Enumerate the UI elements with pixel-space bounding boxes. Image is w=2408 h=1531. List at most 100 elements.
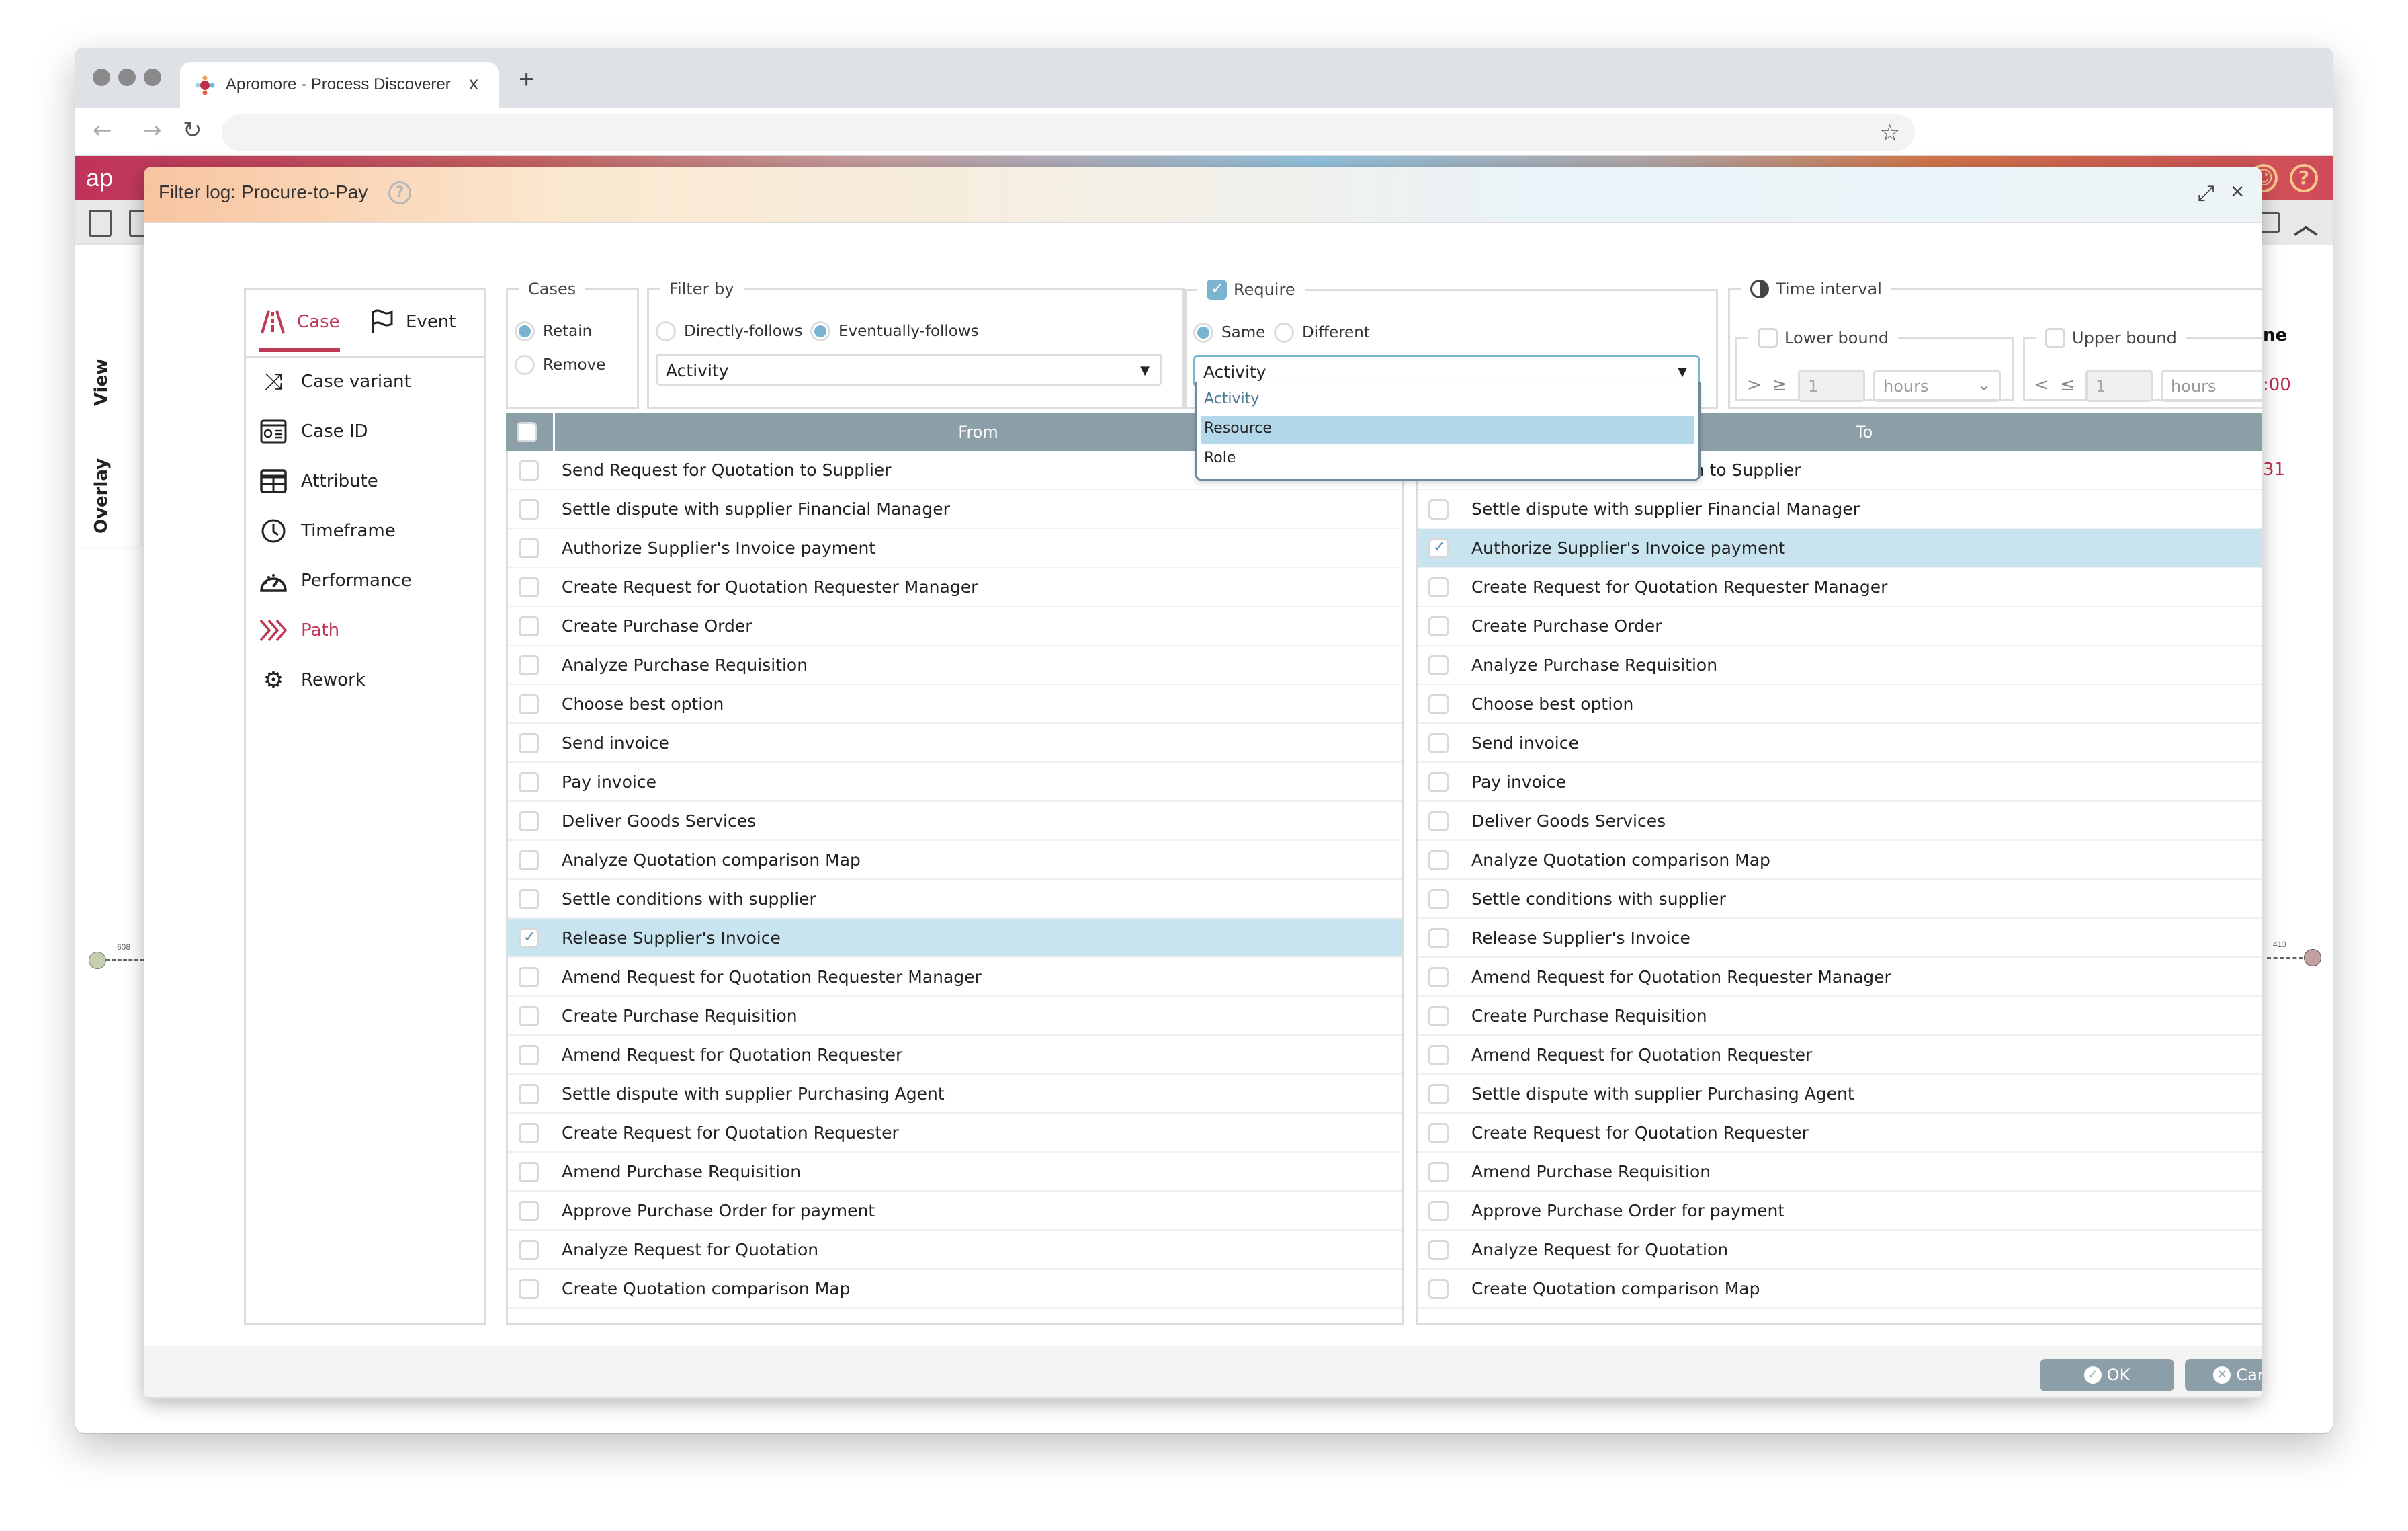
list-item[interactable]: Create Request for Quotation Requester xyxy=(508,1114,1402,1153)
row-checkbox[interactable] xyxy=(519,616,539,636)
row-checkbox[interactable] xyxy=(519,1045,539,1065)
row-checkbox[interactable] xyxy=(519,733,539,753)
row-checkbox[interactable] xyxy=(1428,1084,1449,1104)
list-item[interactable]: Analyze Request for Quotation xyxy=(1418,1231,2262,1270)
list-item[interactable]: Create Purchase Requisition xyxy=(508,997,1402,1036)
list-item[interactable]: Analyze Quotation comparison Map xyxy=(508,841,1402,880)
end-event-node[interactable] xyxy=(2304,949,2321,966)
row-checkbox[interactable] xyxy=(1428,811,1449,831)
row-checkbox[interactable] xyxy=(519,694,539,714)
filter-by-attribute-select[interactable]: Activity ▼ xyxy=(656,354,1162,386)
row-checkbox[interactable] xyxy=(519,1240,539,1260)
row-checkbox[interactable] xyxy=(519,928,539,948)
close-icon[interactable]: × xyxy=(2231,179,2244,205)
help-icon[interactable]: ? xyxy=(2290,164,2318,192)
to-list[interactable]: Send Request for Quotation to SupplierSe… xyxy=(1416,451,2262,1325)
row-checkbox[interactable] xyxy=(519,1006,539,1026)
row-checkbox[interactable] xyxy=(1428,538,1449,558)
list-item[interactable]: Settle dispute with supplier Purchasing … xyxy=(1418,1075,2262,1114)
list-item[interactable]: Pay invoice xyxy=(1418,763,2262,802)
row-checkbox[interactable] xyxy=(1428,1045,1449,1065)
lower-bound-checkbox[interactable] xyxy=(1758,328,1778,348)
greater-than-op[interactable]: > xyxy=(1747,375,1762,395)
row-checkbox[interactable] xyxy=(519,1201,539,1221)
row-checkbox[interactable] xyxy=(1428,928,1449,948)
bookmark-star-icon[interactable]: ☆ xyxy=(1880,120,1900,147)
list-item[interactable]: Settle dispute with supplier Financial M… xyxy=(508,490,1402,529)
forward-icon[interactable]: → xyxy=(142,117,162,144)
row-checkbox[interactable] xyxy=(1428,733,1449,753)
list-item[interactable]: Choose best option xyxy=(508,685,1402,724)
upper-bound-checkbox[interactable] xyxy=(2045,328,2065,348)
row-checkbox[interactable] xyxy=(519,850,539,870)
browser-tab[interactable]: Apromore - Process Discoverer x xyxy=(180,62,499,108)
greater-equal-op[interactable]: ≥ xyxy=(1772,375,1787,395)
less-than-op[interactable]: < xyxy=(2034,375,2049,395)
row-checkbox[interactable] xyxy=(1428,1006,1449,1026)
row-checkbox[interactable] xyxy=(519,1123,539,1143)
cancel-button[interactable]: ✕ Cancel xyxy=(2185,1359,2262,1391)
dropdown-option-activity[interactable]: Activity xyxy=(1201,386,1694,415)
retain-radio[interactable]: Retain xyxy=(515,321,592,341)
from-list[interactable]: Send Request for Quotation to Supplier Se… xyxy=(506,451,1404,1325)
window-zoom-dot[interactable] xyxy=(144,69,161,86)
row-checkbox[interactable] xyxy=(1428,655,1449,675)
list-item[interactable]: Send invoice xyxy=(508,724,1402,763)
row-checkbox[interactable] xyxy=(519,889,539,909)
tab-case[interactable]: Case xyxy=(259,309,340,352)
list-item[interactable]: Create Purchase Requisition xyxy=(1418,997,2262,1036)
chevron-up-icon[interactable]: ︿ xyxy=(2294,206,2318,241)
list-item[interactable]: Create Quotation comparison Map xyxy=(1418,1270,2262,1309)
directly-follows-radio[interactable]: Directly-follows xyxy=(656,321,803,341)
row-checkbox[interactable] xyxy=(519,772,539,792)
row-checkbox[interactable] xyxy=(1428,850,1449,870)
list-item[interactable]: Create Request for Quotation Requester xyxy=(1418,1114,2262,1153)
ok-button[interactable]: ✓ OK xyxy=(2040,1359,2174,1391)
list-item[interactable]: Settle dispute with supplier Purchasing … xyxy=(508,1075,1402,1114)
nav-item-attribute[interactable]: Attribute xyxy=(259,468,378,495)
row-checkbox[interactable] xyxy=(1428,577,1449,597)
list-item[interactable]: Approve Purchase Order for payment xyxy=(508,1192,1402,1231)
list-item[interactable]: Create Quotation comparison Map xyxy=(508,1270,1402,1309)
side-tab-overlay[interactable]: Overlay xyxy=(91,458,112,534)
tab-close-icon[interactable]: x xyxy=(469,73,478,94)
row-checkbox[interactable] xyxy=(1428,1123,1449,1143)
list-item[interactable]: Release Supplier's Invoice xyxy=(1418,919,2262,958)
upper-bound-input[interactable]: 1 xyxy=(2086,370,2153,402)
row-checkbox[interactable] xyxy=(519,811,539,831)
side-tab-view[interactable]: View xyxy=(91,359,112,406)
nav-item-case-id[interactable]: Case ID xyxy=(259,418,368,445)
row-checkbox[interactable] xyxy=(1428,1279,1449,1299)
nav-item-path[interactable]: Path xyxy=(259,617,339,644)
nav-item-performance[interactable]: Performance xyxy=(259,567,412,594)
url-input[interactable]: ☆ xyxy=(222,114,1915,151)
list-item[interactable]: Settle conditions with supplier xyxy=(508,880,1402,919)
list-item[interactable]: Choose best option xyxy=(1418,685,2262,724)
row-checkbox[interactable] xyxy=(519,1162,539,1182)
list-item[interactable]: Amend Purchase Requisition xyxy=(1418,1153,2262,1192)
lower-bound-unit-select[interactable]: hours ⌄ xyxy=(1873,370,2001,402)
help-icon[interactable]: ? xyxy=(388,181,411,204)
row-checkbox[interactable] xyxy=(1428,616,1449,636)
less-equal-op[interactable]: ≤ xyxy=(2060,375,2075,395)
row-checkbox[interactable] xyxy=(519,655,539,675)
export-log-icon[interactable] xyxy=(89,210,112,237)
eventually-follows-radio[interactable]: Eventually-follows xyxy=(810,321,979,341)
nav-item-rework[interactable]: ⚙ Rework xyxy=(259,667,366,694)
nav-item-case-variant[interactable]: ⤨ Case variant xyxy=(259,368,411,395)
list-item[interactable]: Analyze Purchase Requisition xyxy=(508,646,1402,685)
list-item[interactable]: Analyze Quotation comparison Map xyxy=(1418,841,2262,880)
require-checkbox[interactable] xyxy=(1207,279,1227,300)
list-item[interactable]: Settle dispute with supplier Financial M… xyxy=(1418,490,2262,529)
list-item[interactable]: Send invoice xyxy=(1418,724,2262,763)
new-tab-button[interactable]: + xyxy=(519,66,534,93)
dropdown-option-role[interactable]: Role xyxy=(1201,446,1694,474)
list-item[interactable]: Create Purchase Order xyxy=(1418,607,2262,646)
row-checkbox[interactable] xyxy=(1428,772,1449,792)
back-icon[interactable]: ← xyxy=(93,117,112,144)
different-radio[interactable]: Different xyxy=(1274,323,1370,343)
list-item[interactable]: Create Request for Quotation Requester M… xyxy=(508,568,1402,607)
row-checkbox[interactable] xyxy=(519,499,539,520)
list-item[interactable]: Release Supplier's Invoice xyxy=(508,919,1402,958)
upper-bound-unit-select[interactable]: hours⌄ xyxy=(2161,370,2262,402)
